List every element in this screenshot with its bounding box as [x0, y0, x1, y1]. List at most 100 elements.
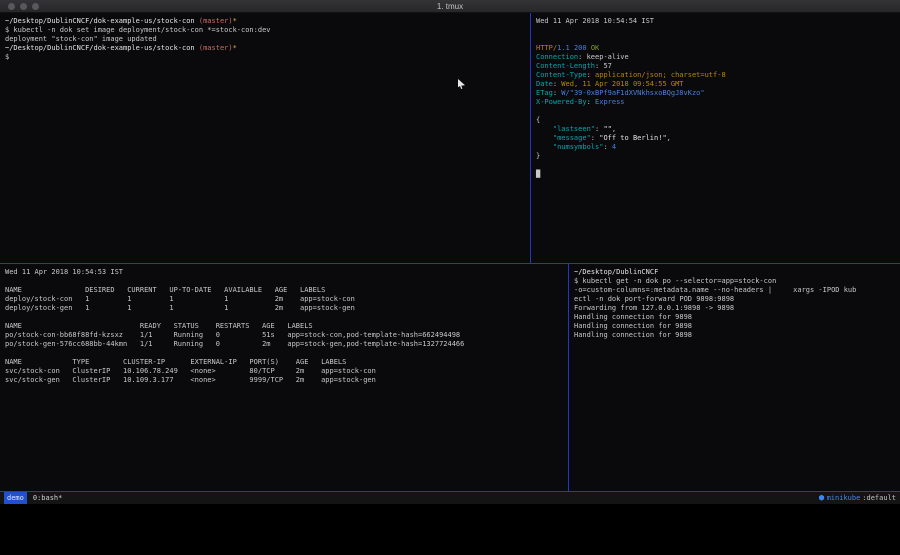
terminal-text-segment: * — [233, 44, 237, 52]
terminal-window: 1. tmux ~/Desktop/DublinCNCF/dok-example… — [0, 0, 900, 504]
terminal-text-segment: : — [578, 53, 586, 61]
terminal-text-segment: Handling connection for 9898 — [574, 313, 692, 321]
terminal-text-segment: : — [591, 134, 599, 142]
terminal-text-segment: NAME READY STATUS RESTARTS AGE LABELS — [5, 322, 313, 330]
terminal-text-segment: 1.1 — [557, 44, 570, 52]
terminal-line: Handling connection for 9898 — [574, 331, 900, 340]
terminal-line: ~/Desktop/DublinCNCF — [574, 268, 900, 277]
minimize-window-button[interactable] — [20, 3, 27, 10]
terminal-text-segment: Wed 11 Apr 2018 10:54:54 IST — [536, 17, 654, 25]
terminal-line: "message": "Off to Berlin!", — [536, 134, 900, 143]
zoom-window-button[interactable] — [32, 3, 39, 10]
terminal-text-segment: : — [587, 98, 595, 106]
terminal-text-segment: deploy/stock-con 1 1 1 1 2m app=stock-co… — [5, 295, 355, 303]
terminal-text-segment: ETag — [536, 89, 553, 97]
terminal-text-segment: Handling connection for 9898 — [574, 331, 692, 339]
tmux-session-name[interactable]: demo — [4, 492, 27, 504]
terminal-text-segment: Connection — [536, 53, 578, 61]
terminal-text-segment — [536, 125, 553, 133]
terminal-line: Date: Wed, 11 Apr 2018 09:54:55 GMT — [536, 80, 900, 89]
terminal-line: ETag: W/"39-0xBPf9aF1dXVNkhsxoBQgJ8vKzo" — [536, 89, 900, 98]
terminal-line: Handling connection for 9898 — [574, 313, 900, 322]
terminal-line — [5, 349, 568, 358]
window-titlebar[interactable]: 1. tmux — [0, 0, 900, 13]
tmux-window-item[interactable]: 0:bash* — [33, 494, 63, 502]
terminal-text-segment: -o=custom-columns=:metadata.name --no-he… — [574, 286, 856, 294]
terminal-line: Handling connection for 9898 — [574, 322, 900, 331]
terminal-line: svc/stock-con ClusterIP 10.106.78.249 <n… — [5, 367, 568, 376]
terminal-text-segment: "Off to Berlin!" — [599, 134, 666, 142]
terminal-line: Forwarding from 127.0.0.1:9898 -> 9898 — [574, 304, 900, 313]
terminal-text-segment: svc/stock-con ClusterIP 10.106.78.249 <n… — [5, 367, 376, 375]
terminal-line: Connection: keep-alive — [536, 53, 900, 62]
pane-bottom-left[interactable]: Wed 11 Apr 2018 10:54:53 IST NAME DESIRE… — [0, 264, 568, 492]
terminal-text-segment: Content-Length — [536, 62, 595, 70]
terminal-text-segment: Express — [595, 98, 625, 106]
pane-top-right[interactable]: Wed 11 Apr 2018 10:54:54 IST HTTP/1.1 20… — [531, 13, 900, 263]
terminal-text-segment: keep-alive — [587, 53, 629, 61]
close-window-button[interactable] — [8, 3, 15, 10]
terminal-line: "lastseen": "", — [536, 125, 900, 134]
terminal-text-segment: ~/Desktop/DublinCNCF/dok-example-us/stoc… — [5, 17, 199, 25]
kube-namespace-label: :default — [862, 494, 896, 502]
terminal-text-segment: { — [536, 116, 540, 124]
terminal-line: NAME DESIRED CURRENT UP-TO-DATE AVAILABL… — [5, 286, 568, 295]
terminal-text-segment: : — [587, 71, 595, 79]
terminal-text-segment: HTTP/ — [536, 44, 557, 52]
terminal-text-segment: (master) — [199, 44, 233, 52]
terminal-text-segment: } — [536, 152, 540, 160]
terminal-line — [536, 26, 900, 35]
terminal-output-port-forward: ~/Desktop/DublinCNCF$ kubectl get -n dok… — [569, 264, 900, 340]
terminal-line: $ kubectl -n dok set image deployment/st… — [5, 26, 530, 35]
terminal-text-segment: $ kubectl get -n dok po --selector=app=s… — [574, 277, 776, 285]
terminal-output-kubectl-set-image: ~/Desktop/DublinCNCF/dok-example-us/stoc… — [0, 13, 530, 62]
terminal-text-segment: OK — [591, 44, 599, 52]
terminal-text-segment: Wed, 11 Apr 2018 09:54:55 GMT — [561, 80, 683, 88]
terminal-line: } — [536, 152, 900, 161]
terminal-line: po/stock-con-bb68f88fd-kzsxz 1/1 Running… — [5, 331, 568, 340]
terminal-line: po/stock-gen-576cc688bb-44kmn 1/1 Runnin… — [5, 340, 568, 349]
minikube-icon: ⬢ — [818, 494, 824, 502]
terminal-text-segment — [536, 134, 553, 142]
terminal-text-segment: application/json; charset=utf-8 — [595, 71, 726, 79]
terminal-text-segment: 200 — [574, 44, 587, 52]
terminal-text-segment: po/stock-gen-576cc688bb-44kmn 1/1 Runnin… — [5, 340, 464, 348]
terminal-line: $ kubectl get -n dok po --selector=app=s… — [574, 277, 900, 286]
terminal-line — [5, 313, 568, 322]
terminal-text-segment — [536, 143, 553, 151]
terminal-line: deploy/stock-con 1 1 1 1 2m app=stock-co… — [5, 295, 568, 304]
terminal-line — [536, 35, 900, 44]
terminal-text-segment: "numsymbols" — [553, 143, 604, 151]
terminal-text-segment: Wed 11 Apr 2018 10:54:53 IST — [5, 268, 123, 276]
terminal-line: deploy/stock-gen 1 1 1 1 2m app=stock-ge… — [5, 304, 568, 313]
pane-bottom-right[interactable]: ~/Desktop/DublinCNCF$ kubectl get -n dok… — [569, 264, 900, 492]
terminal-text-segment: NAME TYPE CLUSTER-IP EXTERNAL-IP PORT(S)… — [5, 358, 346, 366]
terminal-text-segment: Forwarding from 127.0.0.1:9898 -> 9898 — [574, 304, 734, 312]
terminal-line: svc/stock-gen ClusterIP 10.109.3.177 <no… — [5, 376, 568, 385]
terminal-text-segment: , — [667, 134, 671, 142]
terminal-line: HTTP/1.1 200 OK — [536, 44, 900, 53]
terminal-line — [536, 161, 900, 170]
window-title: 1. tmux — [437, 2, 463, 11]
terminal-output-kubectl-get: Wed 11 Apr 2018 10:54:53 IST NAME DESIRE… — [0, 264, 568, 385]
pane-top-left[interactable]: ~/Desktop/DublinCNCF/dok-example-us/stoc… — [0, 13, 530, 263]
window-controls — [8, 0, 39, 13]
terminal-text-segment: po/stock-con-bb68f88fd-kzsxz 1/1 Running… — [5, 331, 460, 339]
tmux-status-bar: demo 0:bash* ⬢ minikube :default — [0, 492, 900, 504]
terminal-line: █ — [536, 170, 900, 179]
kube-context-name: minikube — [827, 494, 861, 502]
terminal-text-segment: : — [603, 143, 611, 151]
screen: 1. tmux ~/Desktop/DublinCNCF/dok-example… — [0, 0, 900, 555]
terminal-line: ~/Desktop/DublinCNCF/dok-example-us/stoc… — [5, 17, 530, 26]
terminal-line: Content-Length: 57 — [536, 62, 900, 71]
terminal-line: Wed 11 Apr 2018 10:54:54 IST — [536, 17, 900, 26]
terminal-text-segment: 4 — [612, 143, 616, 151]
terminal-text-segment: W/"39-0xBPf9aF1dXVNkhsxoBQgJ8vKzo" — [561, 89, 704, 97]
terminal-text-segment: "message" — [553, 134, 591, 142]
terminal-line: ectl -n dok port-forward POD 9898:9898 — [574, 295, 900, 304]
terminal-line: Content-Type: application/json; charset=… — [536, 71, 900, 80]
terminal-text-segment: ~/Desktop/DublinCNCF — [574, 268, 658, 276]
terminal-text-segment: █ — [536, 170, 540, 178]
terminal-text-segment: ectl -n dok port-forward POD 9898:9898 — [574, 295, 734, 303]
terminal-line: { — [536, 116, 900, 125]
